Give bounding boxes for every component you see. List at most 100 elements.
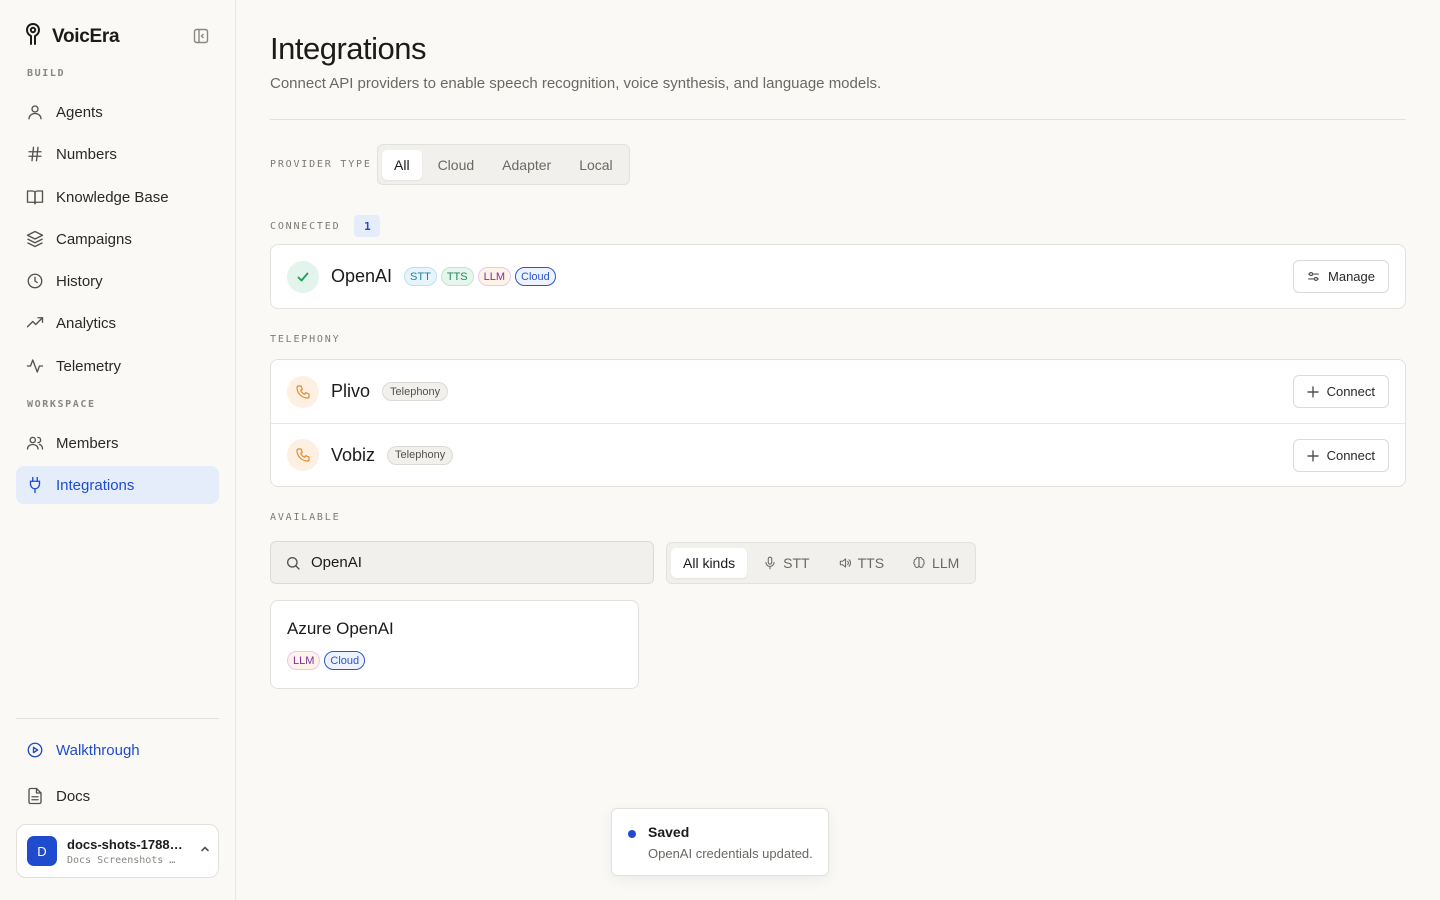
sidebar-item-label: Telemetry — [56, 357, 122, 375]
book-icon — [26, 190, 44, 205]
sidebar-item-knowledge-base[interactable]: Knowledge Base — [16, 178, 219, 216]
tag-llm: LLM — [287, 651, 321, 670]
status-dot-icon — [628, 830, 636, 838]
provider-search — [270, 541, 654, 584]
check-icon — [287, 260, 319, 293]
sidebar-item-integrations[interactable]: Integrations — [16, 466, 219, 504]
search-icon — [287, 556, 300, 570]
sidebar-divider — [16, 718, 219, 719]
sidebar-item-history[interactable]: History — [16, 262, 219, 300]
layers-icon — [26, 230, 44, 248]
kind-option-all[interactable]: All kinds — [671, 548, 748, 578]
provider-type-filter: All Cloud Adapter Local — [377, 144, 630, 185]
users-icon — [26, 436, 44, 450]
sidebar-item-label: Integrations — [56, 476, 135, 494]
manage-button-label: Manage — [1328, 269, 1375, 284]
tag-telephony: Telephony — [382, 382, 449, 401]
sidebar-item-docs[interactable]: Docs — [16, 777, 219, 815]
connect-button[interactable]: Connect — [1292, 439, 1389, 472]
sidebar-item-campaigns[interactable]: Campaigns — [16, 220, 219, 258]
toast-title: Saved — [648, 824, 690, 840]
avatar: D — [27, 836, 57, 866]
provider-name: OpenAI — [331, 266, 393, 286]
sidebar-item-label: Members — [56, 434, 119, 452]
kind-option-llm[interactable]: LLM — [900, 548, 971, 578]
connected-count-badge: 1 — [354, 215, 381, 237]
provider-name: Plivo — [331, 381, 371, 401]
file-text-icon — [28, 787, 42, 805]
connected-section-header: CONNECTED 1 — [270, 215, 381, 237]
tag-tts: TTS — [440, 267, 474, 286]
plug-icon — [29, 476, 41, 494]
provider-type-option-local[interactable]: Local — [567, 150, 624, 180]
tag-cloud: Cloud — [515, 267, 556, 286]
plus-icon — [1306, 385, 1319, 398]
sidebar-item-numbers[interactable]: Numbers — [16, 135, 219, 173]
connect-button-label: Connect — [1326, 384, 1375, 399]
manage-button[interactable]: Manage — [1293, 260, 1389, 293]
sidebar-item-label: Docs — [56, 787, 91, 805]
sidebar-item-members[interactable]: Members — [16, 424, 219, 462]
trending-up-icon — [26, 317, 44, 328]
kind-option-tts[interactable]: TTS — [826, 548, 896, 578]
sidebar: VoicEra BUILD Agents Numbers Knowledge B… — [0, 0, 236, 900]
connected-label: CONNECTED — [270, 220, 341, 232]
sidebar-item-label: Agents — [56, 103, 103, 121]
kind-filter: All kinds STT TTS LLM — [666, 542, 977, 584]
account-switcher[interactable]: D docs-shots-1788… Docs Screenshots … — [16, 824, 219, 878]
hash-icon — [28, 146, 42, 162]
brand[interactable]: VoicEra — [24, 22, 120, 51]
kind-option-label: LLM — [932, 555, 960, 571]
logo-icon — [24, 22, 42, 51]
provider-row-plivo: Plivo Telephony Connect — [271, 360, 1405, 423]
kind-option-label: All kinds — [683, 555, 736, 571]
telephony-list: Plivo Telephony Connect Vobiz Telephony … — [270, 359, 1406, 487]
account-name: docs-shots-1788… — [67, 836, 183, 852]
provider-type-option-cloud[interactable]: Cloud — [426, 150, 487, 180]
collapse-sidebar-icon[interactable] — [192, 27, 210, 45]
plus-icon — [1306, 449, 1319, 462]
page-subtitle: Connect API providers to enable speech r… — [270, 75, 882, 92]
page-title: Integrations — [270, 31, 427, 66]
sidebar-item-label: History — [56, 272, 103, 290]
toast-notification: Saved OpenAI credentials updated. — [611, 808, 829, 876]
app-name: VoicEra — [52, 25, 120, 47]
tag-telephony: Telephony — [387, 445, 454, 465]
sidebar-item-analytics[interactable]: Analytics — [16, 304, 219, 342]
sidebar-item-agents[interactable]: Agents — [16, 93, 219, 131]
connect-button[interactable]: Connect — [1292, 375, 1389, 408]
section-label-build: BUILD — [27, 68, 66, 79]
sidebar-item-label: Campaigns — [56, 230, 132, 248]
phone-icon — [287, 375, 319, 408]
provider-type-label: PROVIDER TYPE — [270, 159, 372, 170]
divider — [270, 119, 1406, 120]
kind-option-label: STT — [783, 555, 810, 571]
sidebar-item-label: Knowledge Base — [56, 188, 169, 206]
toast-message: OpenAI credentials updated. — [648, 846, 813, 861]
provider-name: Vobiz — [331, 444, 376, 465]
chevron-up-icon — [199, 842, 211, 860]
provider-row-vobiz: Vobiz Telephony Connect — [271, 423, 1405, 486]
provider-card-azure-openai[interactable]: Azure OpenAI LLM Cloud — [270, 600, 639, 689]
mic-icon — [765, 556, 775, 570]
kind-option-stt[interactable]: STT — [751, 548, 821, 578]
sidebar-item-telemetry[interactable]: Telemetry — [16, 347, 219, 385]
kind-option-label: TTS — [857, 555, 885, 571]
brain-icon — [913, 557, 925, 568]
sliders-icon — [1308, 272, 1319, 281]
connected-list: OpenAI STT TTS LLM Cloud Manage — [270, 244, 1406, 309]
tag-llm: LLM — [477, 267, 512, 286]
clock-icon — [27, 273, 43, 289]
sidebar-item-label: Walkthrough — [56, 741, 140, 759]
provider-type-option-adapter[interactable]: Adapter — [490, 150, 563, 180]
play-circle-icon — [27, 742, 43, 758]
section-label-workspace: WORKSPACE — [27, 399, 96, 410]
sidebar-item-walkthrough[interactable]: Walkthrough — [16, 731, 219, 769]
provider-type-option-all[interactable]: All — [382, 149, 422, 180]
telephony-label: TELEPHONY — [270, 334, 341, 345]
search-input[interactable] — [311, 554, 631, 571]
account-subtitle: Docs Screenshots … — [67, 854, 176, 866]
tag-stt: STT — [404, 267, 437, 286]
activity-icon — [26, 359, 44, 373]
provider-row-openai: OpenAI STT TTS LLM Cloud Manage — [271, 245, 1405, 308]
